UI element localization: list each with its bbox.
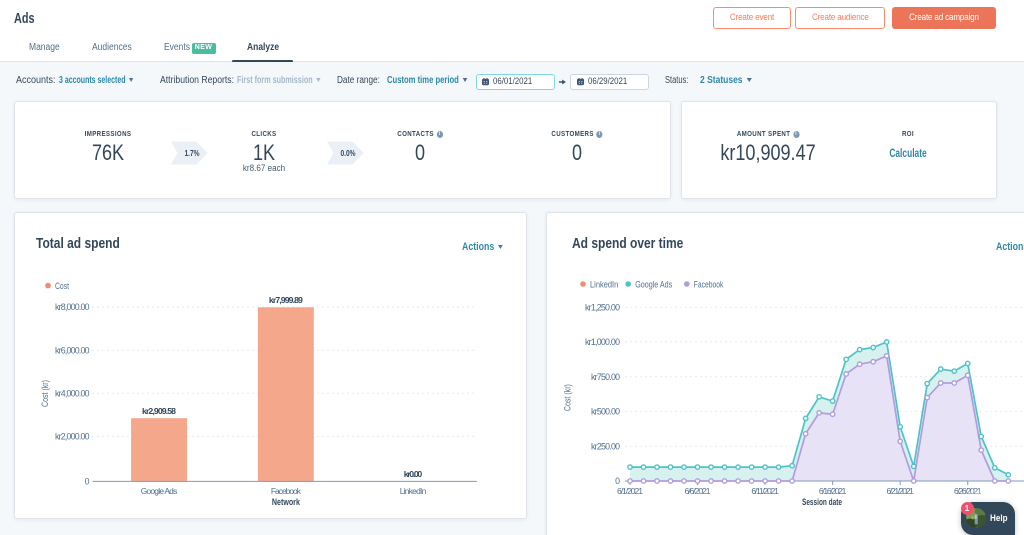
svg-text:Session date: Session date	[802, 497, 842, 508]
svg-text:kr2,000.00: kr2,000.00	[55, 432, 90, 442]
svg-text:kr2,909.58: kr2,909.58	[142, 406, 176, 416]
svg-text:Google Ads: Google Ads	[141, 486, 178, 496]
svg-text:kr6,000.00: kr6,000.00	[55, 345, 90, 355]
svg-text:0: 0	[615, 476, 620, 486]
svg-text:Network: Network	[272, 497, 300, 508]
svg-text:kr250.00: kr250.00	[591, 441, 620, 451]
svg-text:6/21/2021: 6/21/2021	[886, 486, 914, 496]
svg-text:kr0.00: kr0.00	[404, 469, 423, 479]
svg-text:kr750.00: kr750.00	[591, 372, 620, 382]
svg-text:1.7%: 1.7%	[185, 148, 200, 158]
svg-text:6/6/2021: 6/6/2021	[685, 486, 711, 496]
svg-text:Facebook: Facebook	[271, 486, 302, 496]
svg-text:kr8,000.00: kr8,000.00	[55, 302, 90, 312]
svg-text:LinkedIn: LinkedIn	[590, 280, 618, 290]
svg-text:LinkedIn: LinkedIn	[400, 486, 427, 496]
svg-text:kr1,000.00: kr1,000.00	[585, 337, 620, 347]
svg-text:kr1,250.00: kr1,250.00	[585, 302, 620, 312]
svg-text:kr4,000.00: kr4,000.00	[55, 388, 90, 398]
svg-text:0.0%: 0.0%	[341, 148, 356, 158]
svg-text:6/16/2021: 6/16/2021	[819, 486, 847, 496]
svg-text:Cost (kr): Cost (kr)	[562, 384, 572, 411]
svg-text:Cost: Cost	[55, 281, 69, 291]
svg-text:Facebook: Facebook	[694, 280, 724, 290]
svg-text:0: 0	[85, 476, 90, 486]
svg-text:Google Ads: Google Ads	[635, 280, 672, 290]
svg-text:kr500.00: kr500.00	[591, 407, 620, 417]
svg-text:kr7,999.89: kr7,999.89	[269, 295, 303, 305]
svg-text:Cost (kr): Cost (kr)	[40, 380, 50, 407]
svg-text:6/11/2021: 6/11/2021	[751, 486, 779, 496]
svg-text:6/1/2021: 6/1/2021	[617, 486, 643, 496]
